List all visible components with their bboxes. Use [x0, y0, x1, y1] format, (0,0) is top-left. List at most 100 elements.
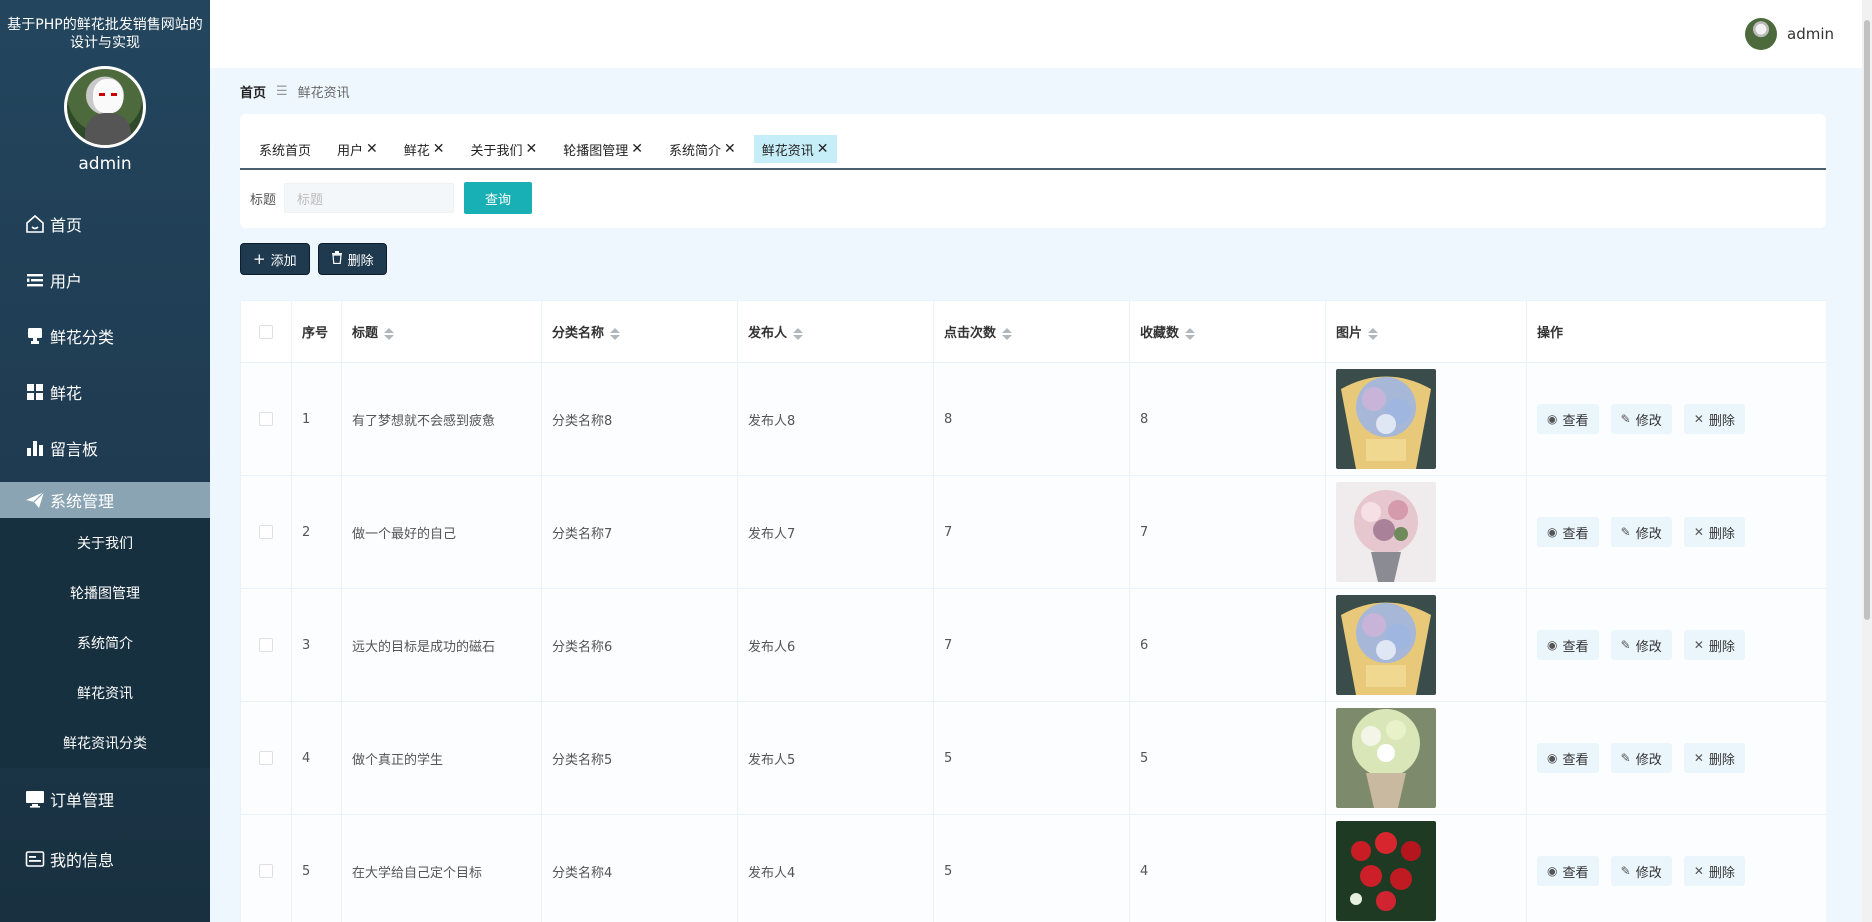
column-header[interactable]: 图片 — [1325, 300, 1527, 363]
submenu-item-carousel[interactable]: 轮播图管理 — [0, 568, 210, 618]
sidebar-item-flowers[interactable]: 鲜花 — [0, 364, 210, 420]
sidebar-item-orders[interactable]: 订单管理 — [0, 770, 210, 828]
edit-button[interactable]: ✎ 修改 — [1610, 743, 1672, 773]
stamp-icon — [24, 325, 46, 347]
cell-image — [1325, 701, 1527, 815]
sort-icon[interactable] — [1002, 327, 1013, 340]
monitor-icon — [24, 788, 46, 810]
close-icon[interactable]: ✕ — [526, 141, 538, 157]
cell-title: 做一个最好的自己 — [341, 475, 542, 589]
view-button[interactable]: ◉ 查看 — [1537, 630, 1599, 660]
sidebar-item-message-board[interactable]: 留言板 — [0, 420, 210, 476]
row-delete-button[interactable]: ✕ 删除 — [1683, 517, 1745, 547]
row-checkbox[interactable] — [259, 864, 273, 878]
tab-system-intro[interactable]: 系统简介 ✕ — [660, 134, 745, 164]
edit-icon: ✎ — [1620, 864, 1631, 878]
column-header[interactable]: 标题 — [341, 300, 542, 363]
sort-icon[interactable] — [610, 327, 621, 340]
page-scrollbar[interactable] — [1862, 0, 1872, 922]
view-button[interactable]: ◉ 查看 — [1537, 856, 1599, 886]
cell-image — [1325, 362, 1527, 476]
close-icon[interactable]: ✕ — [366, 141, 378, 157]
row-delete-button[interactable]: ✕ 删除 — [1683, 856, 1745, 886]
close-icon: ✕ — [1693, 864, 1704, 878]
row-delete-button[interactable]: ✕ 删除 — [1683, 630, 1745, 660]
tab-flowers[interactable]: 鲜花 ✕ — [394, 134, 454, 164]
view-button[interactable]: ◉ 查看 — [1537, 743, 1599, 773]
flower-image[interactable] — [1336, 821, 1436, 921]
row-select-cell — [240, 475, 292, 589]
sort-icon[interactable] — [1185, 327, 1196, 340]
column-header[interactable]: 分类名称 — [541, 300, 738, 363]
sidebar-item-label: 鲜花分类 — [50, 328, 115, 347]
breadcrumb-home[interactable]: 首页 — [240, 82, 266, 101]
select-all-checkbox[interactable] — [259, 324, 273, 339]
edit-button[interactable]: ✎ 修改 — [1610, 517, 1672, 547]
edit-icon: ✎ — [1620, 751, 1631, 765]
tab-label: 用户 — [337, 143, 364, 159]
sort-icon[interactable] — [384, 327, 395, 340]
flower-image[interactable] — [1336, 708, 1436, 808]
column-header[interactable]: 点击次数 — [933, 300, 1130, 363]
tab-flower-news[interactable]: 鲜花资讯 ✕ — [752, 134, 838, 164]
close-icon[interactable]: ✕ — [724, 141, 736, 157]
delete-button[interactable]: 删除 — [317, 243, 387, 275]
column-header[interactable]: 收藏数 — [1129, 300, 1326, 363]
trash-icon — [331, 250, 343, 268]
close-icon: ✕ — [1693, 525, 1704, 539]
edit-button[interactable]: ✎ 修改 — [1610, 630, 1672, 660]
list-icon — [24, 269, 46, 291]
eye-icon: ◉ — [1547, 864, 1558, 878]
sidebar-item-my-info[interactable]: 我的信息 — [0, 830, 210, 888]
row-select-cell — [240, 362, 292, 476]
row-checkbox[interactable] — [259, 751, 273, 765]
view-button[interactable]: ◉ 查看 — [1537, 404, 1599, 434]
tab-about[interactable]: 关于我们 ✕ — [461, 134, 547, 164]
query-button[interactable]: 查询 — [464, 182, 533, 214]
tabs-divider — [240, 168, 1826, 170]
top-user-menu[interactable]: admin — [1745, 18, 1834, 50]
add-button[interactable]: + 添加 — [240, 243, 310, 275]
row-select-cell — [240, 814, 292, 922]
top-bar: admin — [210, 0, 1862, 68]
row-checkbox[interactable] — [259, 525, 273, 539]
row-checkbox[interactable] — [259, 412, 273, 426]
view-button[interactable]: ◉ 查看 — [1537, 517, 1599, 547]
flower-image[interactable] — [1336, 595, 1436, 695]
cell-category: 分类名称5 — [541, 701, 738, 815]
data-table: 序号 标题 分类名称 发布人 点击次数 收藏数 图片 操作 1 有了梦想就不会感… — [240, 300, 1826, 922]
close-icon: ✕ — [1693, 751, 1704, 765]
tab-carousel[interactable]: 轮播图管理 ✕ — [554, 134, 653, 164]
search-input[interactable]: 标题 — [284, 183, 455, 213]
cell-clicks: 8 — [933, 362, 1130, 476]
edit-button[interactable]: ✎ 修改 — [1610, 856, 1672, 886]
sort-icon[interactable] — [1368, 327, 1379, 340]
sidebar-item-system-management[interactable]: 系统管理 — [0, 482, 210, 518]
submenu-item-flower-news[interactable]: 鲜花资讯 — [0, 668, 210, 718]
sidebar-item-users[interactable]: 用户 — [0, 252, 210, 308]
submenu-item-about[interactable]: 关于我们 — [0, 518, 210, 568]
flower-image[interactable] — [1336, 369, 1436, 469]
tab-users[interactable]: 用户 ✕ — [328, 134, 387, 164]
close-icon[interactable]: ✕ — [817, 141, 829, 157]
column-header[interactable]: 发布人 — [737, 300, 934, 363]
row-checkbox[interactable] — [259, 638, 273, 652]
sidebar-item-flower-category[interactable]: 鲜花分类 — [0, 308, 210, 364]
submenu-item-flower-news-category[interactable]: 鲜花资讯分类 — [0, 718, 210, 768]
row-delete-button[interactable]: ✕ 删除 — [1683, 404, 1745, 434]
close-icon[interactable]: ✕ — [433, 141, 445, 157]
row-delete-button[interactable]: ✕ 删除 — [1683, 743, 1745, 773]
close-icon[interactable]: ✕ — [631, 141, 643, 157]
submenu-item-system-intro[interactable]: 系统简介 — [0, 618, 210, 668]
table-row: 2 做一个最好的自己 分类名称7 发布人7 7 7 ◉ 查看 ✎ 修改 ✕ 删除 — [240, 475, 1826, 589]
cell-clicks: 5 — [933, 701, 1130, 815]
toolbar: + 添加 删除 — [240, 243, 395, 275]
tab-system-home[interactable]: 系统首页 — [250, 134, 321, 164]
sort-icon[interactable] — [793, 327, 804, 340]
flower-image[interactable] — [1336, 482, 1436, 582]
cell-title: 有了梦想就不会感到疲惫 — [341, 362, 542, 476]
add-button-label: 添加 — [270, 253, 297, 269]
sidebar-item-home[interactable]: 首页 — [0, 196, 210, 252]
edit-button[interactable]: ✎ 修改 — [1610, 404, 1672, 434]
home-icon — [24, 213, 46, 235]
